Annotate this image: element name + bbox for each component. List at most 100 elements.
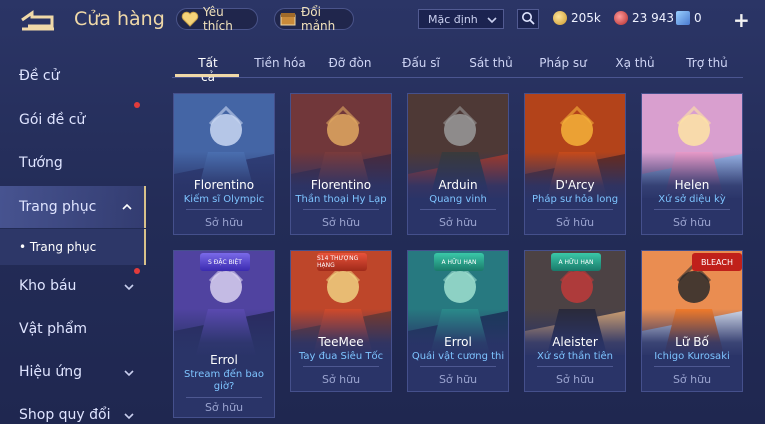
notification-dot [134, 102, 140, 108]
owned-status: Sở hữu [321, 373, 361, 386]
search-button[interactable] [517, 9, 539, 29]
skin-rank-badge: S14 THƯỢNG HẠNG [317, 253, 367, 271]
sidebar-item-treasure[interactable]: Kho báu [0, 266, 146, 306]
exchange-shards-button[interactable]: Đổi mảnh [274, 5, 354, 33]
tab-fighter[interactable]: Đấu sĩ [401, 56, 441, 70]
favorite-button[interactable]: Yêu thích [176, 5, 258, 33]
chest-icon [279, 11, 297, 27]
tab-evolve[interactable]: Tiền hóa [252, 56, 308, 70]
skin-card[interactable]: Arduin Quang vinh Sở hữu [407, 93, 509, 235]
hero-name: Errol [210, 353, 238, 367]
skin-rank-badge: BLEACH [692, 253, 742, 271]
tab-support[interactable]: Trợ thủ [684, 56, 730, 70]
sidebar-item-heroes[interactable]: Tướng [0, 143, 146, 183]
ruby-icon [614, 11, 628, 25]
skin-rank-badge: S ĐẶC BIỆT [200, 253, 250, 271]
owned-status: Sở hữu [672, 216, 712, 229]
ruby-value: 23 943 [632, 11, 674, 25]
tab-marksman[interactable]: Xạ thủ [615, 56, 655, 70]
gold-value: 205k [571, 11, 601, 25]
owned-status: Sở hữu [555, 373, 595, 386]
artwork-fade [408, 152, 508, 200]
sidebar-subitem-label: • Trang phục [19, 240, 97, 254]
skin-card[interactable]: S14 THƯỢNG HẠNG TeeMee Tay đua Siêu Tốc Sở … [290, 250, 392, 392]
ticket-value: 0 [694, 11, 702, 25]
chevron-down-icon [124, 280, 134, 291]
top-bar: Cửa hàng Yêu thích Đổi mảnh Mặc định 205… [0, 0, 765, 40]
sidebar-item-skins[interactable]: Trang phục [0, 186, 146, 228]
owned-status: Sở hữu [438, 216, 478, 229]
skin-card[interactable]: A HỮU HẠN Errol Quái vật cương thi Sở hữu [407, 250, 509, 392]
hero-name: Florentino [193, 178, 255, 192]
chevron-up-icon [122, 200, 132, 210]
artwork-fade [408, 309, 508, 357]
ticket-balance: 0 [676, 9, 702, 27]
tab-assassin[interactable]: Sát thủ [467, 56, 515, 70]
divider [420, 209, 496, 210]
owned-status: Sở hữu [555, 216, 595, 229]
skin-card[interactable]: Florentino Thần thoại Hy Lạp Sở hữu [290, 93, 392, 235]
skin-name: Thần thoại Hy Lạp [295, 194, 387, 205]
skin-rank-badge: A HỮU HẠN [434, 253, 484, 271]
hero-name: D'Arcy [555, 178, 595, 192]
tab-tank[interactable]: Đỡ đòn [326, 56, 374, 70]
hero-name: Lữ Bố [675, 335, 709, 349]
skin-name: Quang vinh [429, 194, 487, 205]
divider [186, 209, 262, 210]
artwork-fade [291, 309, 391, 357]
gold-coin-icon [553, 11, 567, 25]
sidebar-subitem-skins[interactable]: • Trang phục [0, 229, 146, 265]
sidebar-item-items[interactable]: Vật phẩm [0, 309, 146, 349]
exchange-label: Đổi mảnh [301, 5, 336, 33]
artwork-fade [174, 152, 274, 200]
heart-icon [181, 11, 199, 27]
skin-card[interactable]: Florentino Kiếm sĩ Olympic Sở hữu [173, 93, 275, 235]
back-arrow-icon[interactable] [18, 8, 58, 34]
hero-name: Arduin [438, 178, 478, 192]
skin-name: Tay đua Siêu Tốc [298, 351, 384, 362]
skin-card[interactable]: A HỮU HẠN Aleister Xứ sở thần tiên Sở hữu [524, 250, 626, 392]
tab-mage[interactable]: Pháp sư [538, 56, 588, 70]
hero-name: Helen [674, 178, 710, 192]
hero-name: Errol [444, 335, 472, 349]
hero-name: Aleister [552, 335, 598, 349]
sidebar-item-label: Gói đề cử [19, 112, 86, 128]
active-tab-indicator [175, 74, 239, 77]
artwork-fade [174, 309, 274, 357]
plus-icon[interactable]: + [733, 8, 750, 32]
search-icon [521, 10, 535, 29]
sidebar-item-exchange-shop[interactable]: Shop quy đổi [0, 395, 146, 424]
sidebar-item-label: Đề cử [19, 68, 60, 84]
sidebar-item-recommended-packs[interactable]: Gói đề cử [0, 100, 146, 140]
gold-balance: 205k [553, 9, 601, 27]
artwork-fade [291, 152, 391, 200]
divider [537, 366, 613, 367]
sidebar-item-label: Tướng [19, 155, 63, 171]
owned-status: Sở hữu [321, 216, 361, 229]
sidebar-item-effects[interactable]: Hiệu ứng [0, 352, 146, 392]
sort-dropdown[interactable]: Mặc định [418, 9, 504, 29]
tab-all[interactable]: Tất cả [190, 56, 226, 84]
chevron-down-icon [124, 409, 134, 420]
owned-status: Sở hữu [204, 401, 244, 414]
hero-name: Florentino [310, 178, 372, 192]
sort-value: Mặc định [428, 12, 478, 26]
ticket-icon [676, 11, 690, 25]
skin-card[interactable]: BLEACH Lữ Bố Ichigo Kurosaki Sở hữu [641, 250, 743, 392]
hero-name: TeeMee [318, 335, 364, 349]
sidebar-item-label: Shop quy đổi [19, 407, 111, 423]
sidebar-item-label: Kho báu [19, 278, 77, 294]
skin-name: Xứ sở diệu kỳ [658, 194, 726, 205]
divider [537, 209, 613, 210]
divider [303, 209, 379, 210]
notification-dot [134, 268, 140, 274]
skin-card[interactable]: Helen Xứ sở diệu kỳ Sở hữu [641, 93, 743, 235]
owned-status: Sở hữu [204, 216, 244, 229]
owned-status: Sở hữu [438, 373, 478, 386]
artwork-fade [525, 309, 625, 357]
sidebar-item-label: Trang phục [19, 199, 97, 215]
skin-card[interactable]: D'Arcy Pháp sư hỏa long Sở hữu [524, 93, 626, 235]
sidebar-item-recommended[interactable]: Đề cử [0, 56, 146, 96]
skin-card[interactable]: S ĐẶC BIỆT Errol Stream đến bao giờ? Sở hữu [173, 250, 275, 418]
chevron-down-icon [124, 366, 134, 377]
